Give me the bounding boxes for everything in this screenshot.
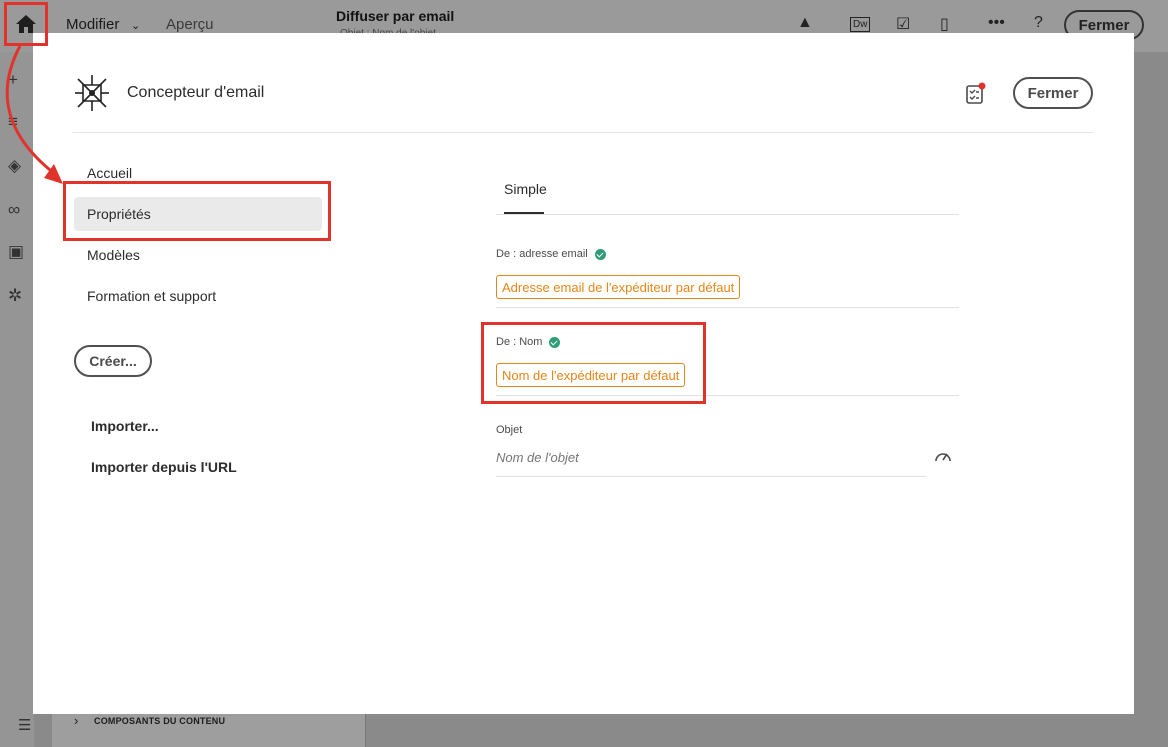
- warning-icon[interactable]: ▲: [797, 14, 813, 32]
- preview-tab[interactable]: Aperçu: [166, 16, 214, 33]
- active-tab-indicator: [504, 212, 544, 214]
- link-icon[interactable]: ∞: [8, 200, 20, 220]
- chevron-down-icon[interactable]: ⌄: [131, 19, 140, 32]
- image-icon[interactable]: ▣: [8, 242, 24, 262]
- subject-label: Objet: [496, 424, 523, 436]
- nav-item-label: Modèles: [87, 247, 140, 263]
- gauge-icon[interactable]: [934, 448, 952, 464]
- components-icon[interactable]: ✲: [8, 286, 22, 306]
- highlight-from-name: [481, 322, 706, 404]
- modal-title: Concepteur d'email: [127, 84, 265, 101]
- nav-item-training-support[interactable]: Formation et support: [74, 279, 322, 313]
- from-email-field: De : adresse email Adresse email de l'ex…: [496, 243, 959, 308]
- page-title: Diffuser par email: [336, 8, 455, 24]
- close-button[interactable]: Fermer: [1013, 77, 1093, 109]
- checklist-icon[interactable]: ☑: [896, 14, 910, 34]
- subject-input[interactable]: [496, 446, 926, 468]
- import-link[interactable]: Importer...: [91, 418, 159, 434]
- properties-tabs: Simple: [496, 173, 959, 215]
- help-icon[interactable]: ?: [1034, 14, 1043, 32]
- mobile-icon[interactable]: ▯: [940, 14, 949, 34]
- import-from-url-link[interactable]: Importer depuis l'URL: [91, 459, 237, 475]
- checklist-icon[interactable]: [965, 81, 987, 105]
- check-icon: [594, 248, 606, 260]
- subject-underline: [496, 476, 926, 477]
- nav-item-label: Formation et support: [87, 288, 217, 304]
- from-email-label: De : adresse email: [496, 248, 606, 260]
- tab-simple[interactable]: Simple: [504, 181, 547, 211]
- modal-header: Concepteur d'email Fermer: [73, 73, 1093, 133]
- nav-item-templates[interactable]: Modèles: [74, 238, 322, 272]
- create-button[interactable]: Créer...: [74, 345, 152, 377]
- dreamweaver-icon[interactable]: Dw: [850, 17, 871, 32]
- structure-icon[interactable]: ☰: [18, 716, 31, 734]
- content-components-label: COMPOSANTS DU CONTENU: [94, 716, 226, 726]
- subject-field: Objet: [496, 421, 959, 477]
- chevron-right-icon: ›: [74, 713, 79, 728]
- more-icon[interactable]: •••: [988, 14, 1005, 32]
- annotation-arrow: [5, 45, 63, 184]
- from-email-token[interactable]: Adresse email de l'expéditeur par défaut: [496, 275, 741, 299]
